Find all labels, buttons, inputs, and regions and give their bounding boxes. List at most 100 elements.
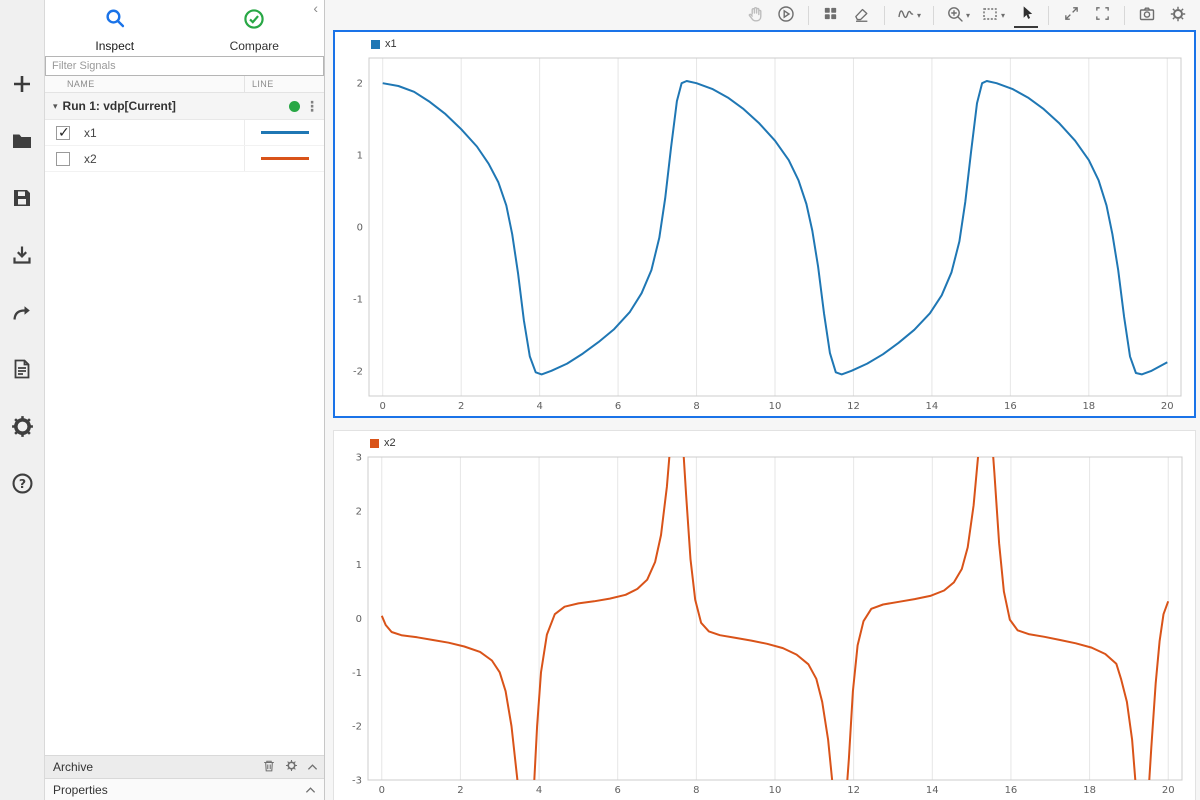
svg-text:-3: -3 (352, 776, 362, 787)
svg-text:1: 1 (357, 151, 363, 162)
snapshot-button[interactable] (1135, 2, 1159, 28)
svg-text:-1: -1 (353, 294, 363, 305)
signal-line-swatch-x2 (260, 157, 309, 160)
gear-icon (1169, 5, 1187, 26)
fullscreen-icon (1094, 5, 1111, 25)
highlight-brush-icon (853, 5, 870, 25)
archive-section-header[interactable]: Archive (45, 755, 324, 778)
svg-text:18: 18 (1083, 785, 1096, 796)
svg-text:8: 8 (693, 785, 699, 796)
highlight-brush-button[interactable] (850, 2, 874, 28)
archive-trash-icon[interactable] (262, 759, 276, 776)
svg-text:-1: -1 (352, 668, 362, 679)
signal-checkbox-x2[interactable] (56, 151, 70, 166)
svg-text:14: 14 (926, 401, 939, 412)
save-icon (10, 186, 34, 210)
run-status-dot (289, 100, 300, 112)
chart-x1-legend: x1 (371, 38, 397, 50)
plot-settings-button[interactable] (1166, 2, 1190, 28)
fit-to-view-button[interactable] (1059, 2, 1083, 28)
svg-text:20: 20 (1162, 785, 1175, 796)
chart-x1: x1 -2 -1 0 1 2 0 2 4 6 8 10 12 14 16 18 20 (333, 30, 1196, 418)
help-button[interactable]: ? (5, 466, 39, 500)
layout-grid-button[interactable] (819, 2, 843, 28)
svg-text:12: 12 (847, 785, 860, 796)
toolbar-separator (883, 5, 885, 25)
replay-button[interactable] (774, 2, 798, 28)
signal-table-header: NAME LINE (45, 76, 324, 93)
plot-toolbar: ▾ ▾ ▾ (325, 0, 1200, 30)
chart-x1-plot[interactable]: -2 -1 0 1 2 0 2 4 6 8 10 12 14 16 18 20 (335, 32, 1194, 416)
zoom-in-icon (946, 5, 964, 26)
toolbar-separator (1124, 5, 1125, 25)
layout-grid-icon (822, 5, 839, 25)
pan-hand-icon (746, 5, 764, 26)
filter-signals-input[interactable] (45, 56, 324, 76)
archive-collapse-icon[interactable] (307, 760, 318, 774)
left-toolbar: ? (0, 0, 45, 800)
add-button[interactable] (5, 67, 39, 101)
svg-text:12: 12 (847, 401, 860, 412)
inspect-magnifier-icon (104, 8, 126, 35)
zoom-in-button[interactable]: ▾ (944, 2, 972, 28)
tab-compare[interactable]: Compare (185, 0, 325, 56)
export-button[interactable] (5, 295, 39, 329)
signal-checkbox-x1[interactable] (56, 124, 70, 141)
tab-inspect[interactable]: Inspect (45, 0, 185, 56)
fullscreen-button[interactable] (1090, 2, 1114, 28)
svg-text:2: 2 (356, 506, 362, 517)
chart-x2-legend: x2 (370, 437, 396, 449)
chart-x2-plot[interactable]: -3 -2 -1 0 1 2 3 0 2 4 6 8 10 12 14 16 18 20 (334, 431, 1195, 800)
column-line: LINE (244, 76, 324, 92)
svg-text:?: ? (18, 475, 25, 490)
signal-wave-button[interactable]: ▾ (895, 2, 923, 28)
settings-button[interactable] (5, 409, 39, 443)
svg-text:6: 6 (615, 785, 621, 796)
export-icon (10, 300, 34, 324)
sidebar: Inspect Compare ‹ NAME LINE ▾ Run 1: vdp… (45, 0, 325, 800)
dropdown-caret-icon: ▾ (965, 10, 970, 20)
signal-wave-icon (897, 5, 915, 26)
toolbar-separator (807, 5, 809, 25)
report-button[interactable] (5, 352, 39, 386)
properties-section-header[interactable]: Properties (45, 778, 324, 800)
svg-text:0: 0 (379, 785, 385, 796)
archive-gear-icon[interactable] (285, 759, 298, 775)
run-expander-icon[interactable]: ▾ (53, 101, 58, 112)
svg-text:20: 20 (1161, 401, 1174, 412)
svg-text:0: 0 (380, 401, 386, 412)
cursor-arrow-button[interactable] (1014, 2, 1038, 28)
save-button[interactable] (5, 181, 39, 215)
camera-icon (1138, 5, 1156, 26)
svg-text:16: 16 (1004, 401, 1017, 412)
properties-collapse-icon[interactable] (305, 783, 316, 797)
collapse-panel-icon[interactable]: ‹ (313, 1, 318, 15)
tab-compare-label: Compare (229, 38, 279, 53)
svg-text:2: 2 (458, 401, 464, 412)
legend-label: x2 (384, 437, 396, 449)
svg-text:16: 16 (1005, 785, 1018, 796)
import-button[interactable] (5, 238, 39, 272)
run-row[interactable]: ▾ Run 1: vdp[Current] ⋮ (45, 93, 324, 120)
svg-text:0: 0 (356, 614, 362, 625)
fit-to-view-icon (1063, 5, 1080, 25)
legend-swatch (371, 39, 380, 49)
archive-label: Archive (53, 760, 94, 774)
sidebar-tabs: Inspect Compare ‹ (45, 0, 324, 56)
svg-text:4: 4 (536, 401, 542, 412)
gear-icon (10, 414, 35, 439)
legend-swatch (370, 438, 379, 448)
signal-row-x2[interactable]: x2 (45, 146, 324, 172)
zoom-region-button[interactable]: ▾ (979, 2, 1007, 28)
svg-text:18: 18 (1082, 401, 1095, 412)
open-button[interactable] (5, 124, 39, 158)
signal-tree-empty-area (45, 172, 324, 755)
signal-name: x1 (84, 125, 97, 140)
run-menu-icon[interactable]: ⋮ (300, 98, 324, 115)
help-icon: ? (10, 471, 35, 496)
properties-label: Properties (53, 782, 108, 797)
pan-hand-button[interactable] (743, 2, 767, 28)
signal-row-x1[interactable]: x1 (45, 120, 324, 146)
svg-text:10: 10 (769, 401, 782, 412)
svg-text:10: 10 (769, 785, 782, 796)
